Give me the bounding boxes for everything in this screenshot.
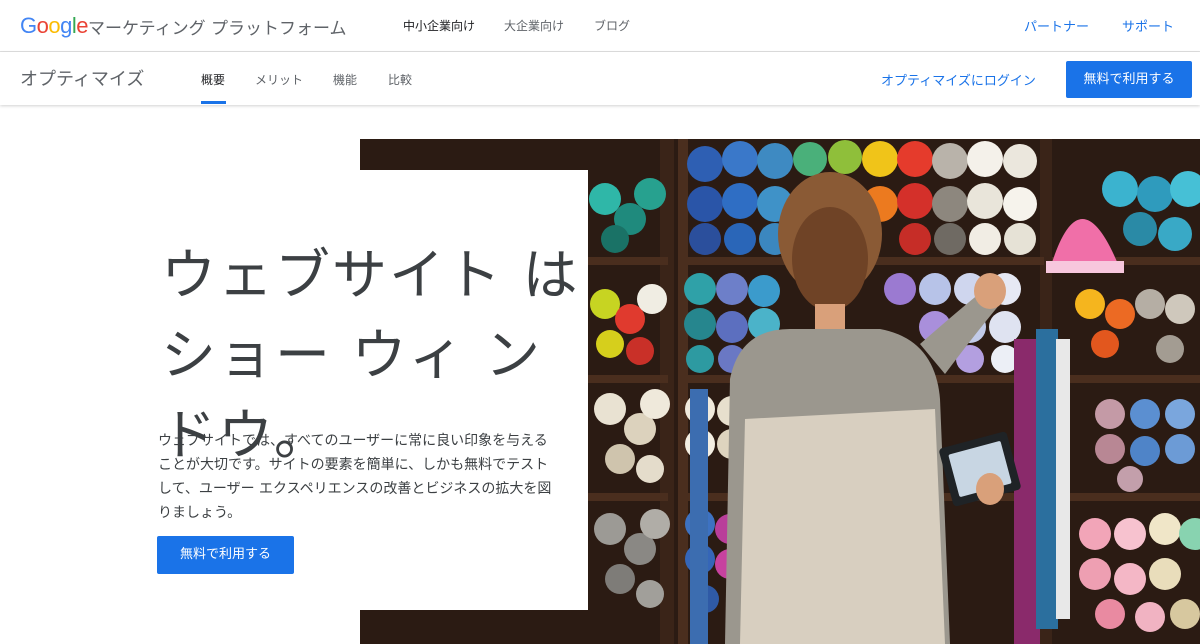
google-logo[interactable]: Google bbox=[20, 13, 89, 39]
login-link[interactable]: オプティマイズにログイン bbox=[881, 70, 1036, 89]
nav-enterprise[interactable]: 大企業向け bbox=[504, 17, 564, 34]
nav-smb[interactable]: 中小企業向け bbox=[403, 17, 475, 34]
brand-subtitle: マーケティング プラットフォーム bbox=[88, 19, 347, 39]
hero-description: ウェブサイトでは、すべてのユーザーに常に良い印象を与えることが大切です。サイトの… bbox=[158, 433, 552, 521]
top-bar: Google マーケティング プラットフォーム 中小企業向け 大企業向け ブログ… bbox=[0, 0, 1200, 52]
product-title[interactable]: オプティマイズ bbox=[20, 65, 144, 91]
support-link[interactable]: サポート bbox=[1122, 16, 1174, 35]
tab-compare[interactable]: 比較 bbox=[388, 71, 412, 88]
partner-link[interactable]: パートナー bbox=[1024, 16, 1089, 35]
nav-blog[interactable]: ブログ bbox=[594, 17, 630, 34]
active-tab-indicator bbox=[201, 101, 226, 104]
tab-features[interactable]: 機能 bbox=[333, 71, 357, 88]
product-bar: オプティマイズ 概要 メリット 機能 比較 オプティマイズにログイン 無料で利用… bbox=[0, 52, 1200, 105]
free-trial-button-main[interactable]: 無料で利用する bbox=[157, 536, 294, 574]
tab-benefits[interactable]: メリット bbox=[255, 71, 303, 88]
tab-overview[interactable]: 概要 bbox=[201, 71, 225, 88]
free-trial-button-top[interactable]: 無料で利用する bbox=[1066, 61, 1192, 98]
